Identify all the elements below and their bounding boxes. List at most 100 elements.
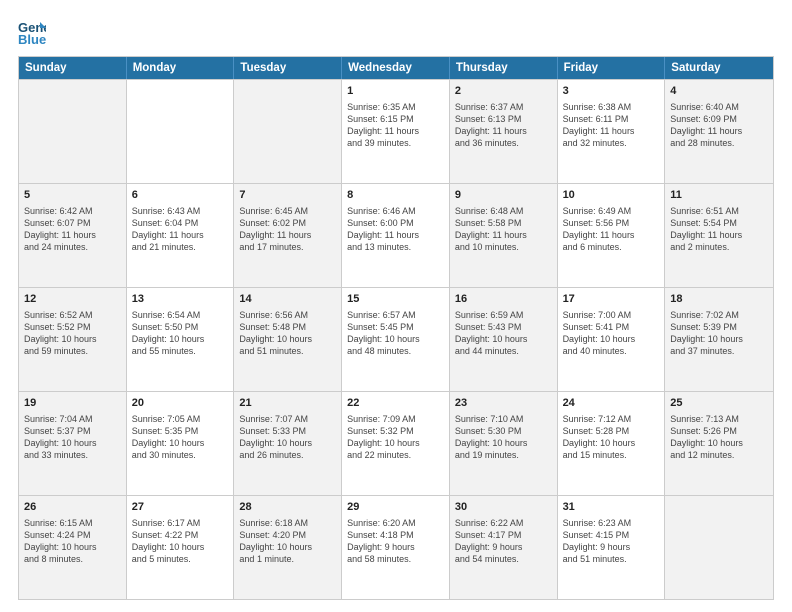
day-info: Sunrise: 6:48 AM Sunset: 5:58 PM Dayligh…	[455, 205, 552, 254]
day-number: 17	[563, 292, 660, 307]
day-number: 15	[347, 292, 444, 307]
day-number: 31	[563, 500, 660, 515]
day-info: Sunrise: 7:12 AM Sunset: 5:28 PM Dayligh…	[563, 413, 660, 462]
calendar-cell: 11 Sunrise: 6:51 AM Sunset: 5:54 PM Dayli…	[665, 184, 773, 287]
calendar-cell	[19, 80, 127, 183]
day-number: 2	[455, 84, 552, 99]
calendar-header-thursday: Thursday	[450, 57, 558, 79]
svg-text:Blue: Blue	[18, 32, 46, 46]
calendar-cell: 20 Sunrise: 7:05 AM Sunset: 5:35 PM Dayli…	[127, 392, 235, 495]
day-number: 12	[24, 292, 121, 307]
day-info: Sunrise: 6:40 AM Sunset: 6:09 PM Dayligh…	[670, 101, 768, 150]
calendar-cell: 15Sunrise: 6:57 AM Sunset: 5:45 PM Dayli…	[342, 288, 450, 391]
day-number: 16	[455, 292, 552, 307]
calendar-cell: 1 Sunrise: 6:35 AM Sunset: 6:15 PM Daylig…	[342, 80, 450, 183]
calendar-cell: 8 Sunrise: 6:46 AM Sunset: 6:00 PM Daylig…	[342, 184, 450, 287]
day-number: 10	[563, 188, 660, 203]
day-info: Sunrise: 6:35 AM Sunset: 6:15 PM Dayligh…	[347, 101, 444, 150]
day-number: 30	[455, 500, 552, 515]
day-number: 9	[455, 188, 552, 203]
day-number: 29	[347, 500, 444, 515]
day-number: 13	[132, 292, 229, 307]
day-info: Sunrise: 6:52 AM Sunset: 5:52 PM Dayligh…	[24, 309, 121, 358]
day-number: 21	[239, 396, 336, 411]
day-number: 19	[24, 396, 121, 411]
day-info: Sunrise: 7:07 AM Sunset: 5:33 PM Dayligh…	[239, 413, 336, 462]
day-number: 18	[670, 292, 768, 307]
calendar: SundayMondayTuesdayWednesdayThursdayFrid…	[18, 56, 774, 600]
logo-icon: General Blue	[18, 18, 46, 46]
calendar-cell: 13 Sunrise: 6:54 AM Sunset: 5:50 PM Dayli…	[127, 288, 235, 391]
day-number: 5	[24, 188, 121, 203]
calendar-row-2: 12 Sunrise: 6:52 AM Sunset: 5:52 PM Dayli…	[19, 287, 773, 391]
calendar-cell: 7 Sunrise: 6:45 AM Sunset: 6:02 PM Daylig…	[234, 184, 342, 287]
calendar-header-saturday: Saturday	[665, 57, 773, 79]
calendar-row-4: 26 Sunrise: 6:15 AM Sunset: 4:24 PM Dayli…	[19, 495, 773, 599]
calendar-header-wednesday: Wednesday	[342, 57, 450, 79]
calendar-cell: 28 Sunrise: 6:18 AM Sunset: 4:20 PM Dayli…	[234, 496, 342, 599]
calendar-cell: 4 Sunrise: 6:40 AM Sunset: 6:09 PM Daylig…	[665, 80, 773, 183]
calendar-row-0: 1 Sunrise: 6:35 AM Sunset: 6:15 PM Daylig…	[19, 79, 773, 183]
day-number: 20	[132, 396, 229, 411]
day-info: Sunrise: 6:46 AM Sunset: 6:00 PM Dayligh…	[347, 205, 444, 254]
day-info: Sunrise: 6:42 AM Sunset: 6:07 PM Dayligh…	[24, 205, 121, 254]
day-info: Sunrise: 6:15 AM Sunset: 4:24 PM Dayligh…	[24, 517, 121, 566]
day-info: Sunrise: 6:20 AM Sunset: 4:18 PM Dayligh…	[347, 517, 444, 566]
day-info: Sunrise: 7:00 AM Sunset: 5:41 PM Dayligh…	[563, 309, 660, 358]
calendar-cell: 24 Sunrise: 7:12 AM Sunset: 5:28 PM Dayli…	[558, 392, 666, 495]
day-info: Sunrise: 6:37 AM Sunset: 6:13 PM Dayligh…	[455, 101, 552, 150]
page: General Blue SundayMondayTuesdayWednesda…	[0, 0, 792, 612]
day-info: Sunrise: 7:13 AM Sunset: 5:26 PM Dayligh…	[670, 413, 768, 462]
calendar-cell: 10Sunrise: 6:49 AM Sunset: 5:56 PM Dayli…	[558, 184, 666, 287]
day-number: 11	[670, 188, 768, 203]
calendar-cell: 2 Sunrise: 6:37 AM Sunset: 6:13 PM Daylig…	[450, 80, 558, 183]
calendar-row-3: 19Sunrise: 7:04 AM Sunset: 5:37 PM Dayli…	[19, 391, 773, 495]
calendar-cell: 3Sunrise: 6:38 AM Sunset: 6:11 PM Daylig…	[558, 80, 666, 183]
calendar-cell	[234, 80, 342, 183]
day-info: Sunrise: 7:05 AM Sunset: 5:35 PM Dayligh…	[132, 413, 229, 462]
day-number: 22	[347, 396, 444, 411]
day-info: Sunrise: 6:59 AM Sunset: 5:43 PM Dayligh…	[455, 309, 552, 358]
day-info: Sunrise: 6:23 AM Sunset: 4:15 PM Dayligh…	[563, 517, 660, 566]
calendar-cell: 29 Sunrise: 6:20 AM Sunset: 4:18 PM Dayli…	[342, 496, 450, 599]
day-number: 25	[670, 396, 768, 411]
day-info: Sunrise: 6:22 AM Sunset: 4:17 PM Dayligh…	[455, 517, 552, 566]
calendar-header-row: SundayMondayTuesdayWednesdayThursdayFrid…	[19, 57, 773, 79]
day-number: 3	[563, 84, 660, 99]
calendar-cell: 23Sunrise: 7:10 AM Sunset: 5:30 PM Dayli…	[450, 392, 558, 495]
calendar-cell: 9 Sunrise: 6:48 AM Sunset: 5:58 PM Daylig…	[450, 184, 558, 287]
day-number: 24	[563, 396, 660, 411]
header: General Blue	[18, 18, 774, 46]
calendar-cell: 31 Sunrise: 6:23 AM Sunset: 4:15 PM Dayli…	[558, 496, 666, 599]
calendar-cell: 22 Sunrise: 7:09 AM Sunset: 5:32 PM Dayli…	[342, 392, 450, 495]
day-number: 28	[239, 500, 336, 515]
day-number: 1	[347, 84, 444, 99]
calendar-header-sunday: Sunday	[19, 57, 127, 79]
day-number: 26	[24, 500, 121, 515]
calendar-cell: 27Sunrise: 6:17 AM Sunset: 4:22 PM Dayli…	[127, 496, 235, 599]
day-info: Sunrise: 7:09 AM Sunset: 5:32 PM Dayligh…	[347, 413, 444, 462]
day-info: Sunrise: 6:54 AM Sunset: 5:50 PM Dayligh…	[132, 309, 229, 358]
calendar-cell: 25 Sunrise: 7:13 AM Sunset: 5:26 PM Dayli…	[665, 392, 773, 495]
calendar-body: 1 Sunrise: 6:35 AM Sunset: 6:15 PM Daylig…	[19, 79, 773, 599]
calendar-cell: 14 Sunrise: 6:56 AM Sunset: 5:48 PM Dayli…	[234, 288, 342, 391]
calendar-header-tuesday: Tuesday	[234, 57, 342, 79]
day-number: 7	[239, 188, 336, 203]
calendar-cell: 30 Sunrise: 6:22 AM Sunset: 4:17 PM Dayli…	[450, 496, 558, 599]
calendar-header-monday: Monday	[127, 57, 235, 79]
calendar-header-friday: Friday	[558, 57, 666, 79]
day-info: Sunrise: 6:18 AM Sunset: 4:20 PM Dayligh…	[239, 517, 336, 566]
calendar-cell: 21 Sunrise: 7:07 AM Sunset: 5:33 PM Dayli…	[234, 392, 342, 495]
calendar-cell: 19Sunrise: 7:04 AM Sunset: 5:37 PM Dayli…	[19, 392, 127, 495]
day-info: Sunrise: 6:56 AM Sunset: 5:48 PM Dayligh…	[239, 309, 336, 358]
day-number: 14	[239, 292, 336, 307]
calendar-cell: 6Sunrise: 6:43 AM Sunset: 6:04 PM Daylig…	[127, 184, 235, 287]
calendar-cell: 12 Sunrise: 6:52 AM Sunset: 5:52 PM Dayli…	[19, 288, 127, 391]
day-info: Sunrise: 6:51 AM Sunset: 5:54 PM Dayligh…	[670, 205, 768, 254]
day-number: 4	[670, 84, 768, 99]
day-number: 8	[347, 188, 444, 203]
day-info: Sunrise: 7:02 AM Sunset: 5:39 PM Dayligh…	[670, 309, 768, 358]
day-info: Sunrise: 6:45 AM Sunset: 6:02 PM Dayligh…	[239, 205, 336, 254]
logo: General Blue	[18, 18, 50, 46]
day-number: 23	[455, 396, 552, 411]
